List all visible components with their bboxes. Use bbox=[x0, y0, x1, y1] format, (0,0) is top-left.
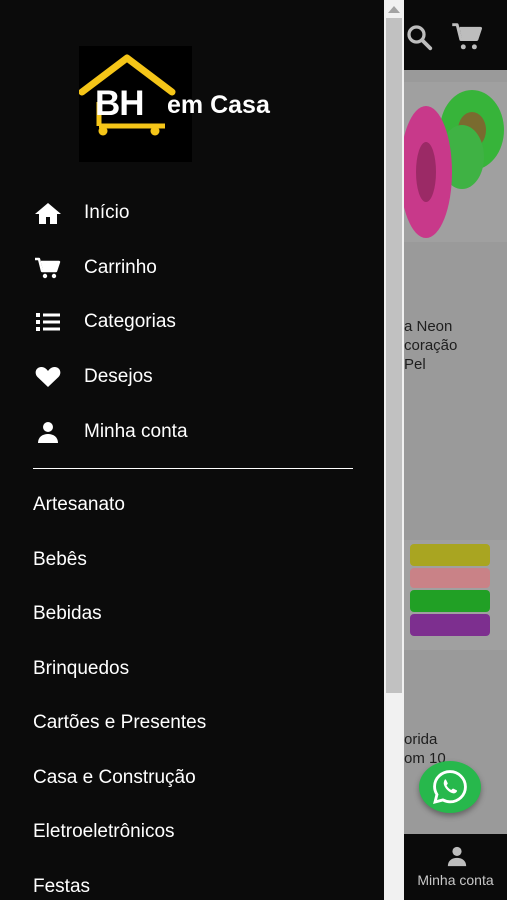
category-label: Bebês bbox=[33, 549, 87, 570]
category-label: Artesanato bbox=[33, 494, 125, 515]
category-label: Brinquedos bbox=[33, 658, 130, 679]
category-label: Casa e Construção bbox=[33, 767, 196, 788]
home-icon bbox=[34, 199, 62, 227]
logo-suffix-text: em Casa bbox=[167, 91, 270, 119]
category-label: Festas bbox=[33, 876, 91, 897]
category-item[interactable]: Eletroeletrônicos bbox=[0, 812, 384, 852]
category-label: Cartões e Presentes bbox=[33, 712, 207, 733]
category-item[interactable]: Bebês bbox=[0, 540, 384, 580]
category-item[interactable]: Festas bbox=[0, 867, 384, 900]
nav-item-label: Minha conta bbox=[84, 421, 188, 442]
bottom-nav-account-label[interactable]: Minha conta bbox=[404, 872, 507, 888]
logo-badge-text: BH bbox=[95, 84, 145, 123]
nav-item-label: Desejos bbox=[84, 366, 153, 387]
category-item[interactable]: Cartões e Presentes bbox=[0, 703, 384, 743]
whatsapp-icon bbox=[433, 770, 467, 804]
nav-item-inicio[interactable]: Início bbox=[0, 191, 384, 235]
scrollbar-thumb[interactable] bbox=[386, 18, 402, 693]
nav-item-categorias[interactable]: Categorias bbox=[0, 300, 384, 344]
category-item[interactable]: Bebidas bbox=[0, 594, 384, 634]
product-image-neon-tapes[interactable] bbox=[404, 82, 507, 242]
search-icon[interactable] bbox=[404, 22, 434, 52]
category-item[interactable]: Casa e Construção bbox=[0, 758, 384, 798]
side-drawer: BH em Casa Início Carrinho Categorias De… bbox=[0, 0, 384, 900]
nav-item-label: Categorias bbox=[84, 311, 176, 332]
category-label: Eletroeletrônicos bbox=[33, 821, 175, 842]
cart-icon[interactable] bbox=[451, 22, 483, 52]
category-label: Bebidas bbox=[33, 603, 102, 624]
nav-item-carrinho[interactable]: Carrinho bbox=[0, 246, 384, 290]
user-icon bbox=[34, 418, 62, 446]
list-icon bbox=[34, 308, 62, 336]
category-item[interactable]: Artesanato bbox=[0, 485, 384, 525]
nav-item-label: Início bbox=[84, 202, 130, 223]
menu-divider bbox=[33, 468, 353, 469]
heart-icon bbox=[34, 363, 62, 391]
category-item[interactable]: Brinquedos bbox=[0, 649, 384, 689]
bottom-nav bbox=[404, 834, 507, 900]
nav-item-desejos[interactable]: Desejos bbox=[0, 355, 384, 399]
user-icon[interactable] bbox=[446, 845, 468, 867]
scroll-up-arrow[interactable] bbox=[388, 6, 400, 13]
nav-item-label: Carrinho bbox=[84, 257, 157, 278]
product-image-colored-ribbons[interactable] bbox=[404, 540, 507, 650]
whatsapp-button[interactable] bbox=[419, 761, 481, 813]
product-title-fragment[interactable]: a Neon coração Pel bbox=[404, 317, 457, 374]
nav-item-minha-conta[interactable]: Minha conta bbox=[0, 410, 384, 454]
cart-icon bbox=[34, 254, 62, 282]
brand-logo[interactable]: BH em Casa bbox=[79, 46, 299, 162]
